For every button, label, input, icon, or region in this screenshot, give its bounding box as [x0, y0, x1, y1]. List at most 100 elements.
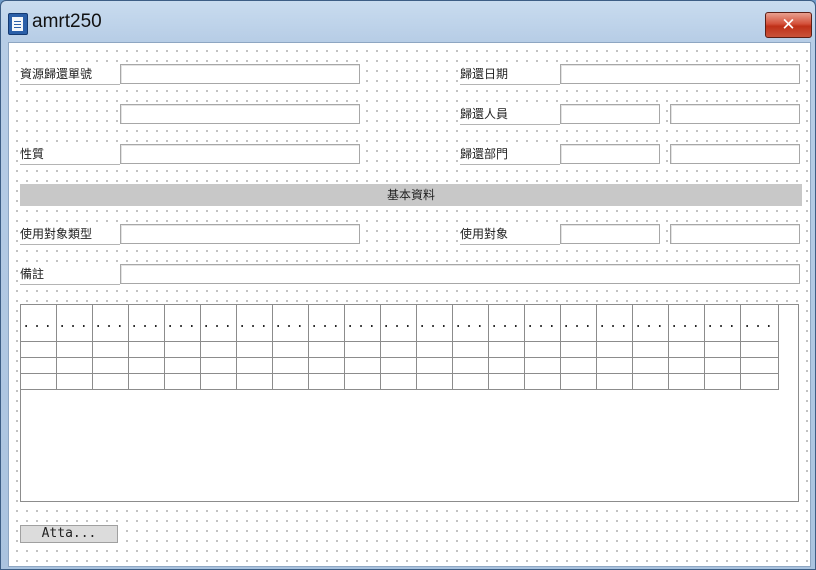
- grid-cell[interactable]: [272, 341, 309, 358]
- grid-header-cell[interactable]: ...: [128, 304, 165, 342]
- grid-cell[interactable]: [164, 373, 201, 390]
- grid-cell[interactable]: [524, 341, 561, 358]
- grid-cell[interactable]: [128, 373, 165, 390]
- return-dept-name-field[interactable]: [670, 144, 800, 164]
- target-name-field[interactable]: [670, 224, 800, 244]
- grid-cell[interactable]: [488, 373, 525, 390]
- grid-header-cell[interactable]: ...: [236, 304, 273, 342]
- grid-cell[interactable]: [632, 341, 669, 358]
- grid-header-cell[interactable]: ...: [596, 304, 633, 342]
- grid-row[interactable]: [20, 373, 779, 390]
- grid-cell[interactable]: [416, 357, 453, 374]
- grid-cell[interactable]: [380, 357, 417, 374]
- grid-cell[interactable]: [560, 357, 597, 374]
- grid-cell[interactable]: [164, 357, 201, 374]
- grid-cell[interactable]: [632, 373, 669, 390]
- nature-field[interactable]: [120, 144, 360, 164]
- grid-cell[interactable]: [344, 341, 381, 358]
- grid-header-cell[interactable]: ...: [452, 304, 489, 342]
- detail-grid[interactable]: ........................................…: [20, 304, 799, 502]
- grid-cell[interactable]: [740, 341, 779, 358]
- grid-cell[interactable]: [380, 341, 417, 358]
- grid-header-cell[interactable]: ...: [560, 304, 597, 342]
- grid-header-cell[interactable]: ...: [380, 304, 417, 342]
- grid-header-cell[interactable]: ...: [488, 304, 525, 342]
- grid-cell[interactable]: [740, 373, 779, 390]
- grid-header-cell[interactable]: ...: [20, 304, 57, 342]
- grid-header-cell[interactable]: ...: [416, 304, 453, 342]
- grid-cell[interactable]: [380, 373, 417, 390]
- grid-cell[interactable]: [56, 357, 93, 374]
- grid-header-cell[interactable]: ...: [668, 304, 705, 342]
- grid-cell[interactable]: [560, 341, 597, 358]
- attachment-button[interactable]: Atta...: [20, 525, 118, 543]
- grid-cell[interactable]: [308, 341, 345, 358]
- grid-cell[interactable]: [452, 357, 489, 374]
- grid-row[interactable]: [20, 341, 779, 358]
- grid-cell[interactable]: [236, 373, 273, 390]
- grid-header-cell[interactable]: ...: [92, 304, 129, 342]
- return-dept-code-field[interactable]: [560, 144, 660, 164]
- grid-cell[interactable]: [272, 373, 309, 390]
- grid-cell[interactable]: [20, 341, 57, 358]
- grid-cell[interactable]: [236, 357, 273, 374]
- target-code-field[interactable]: [560, 224, 660, 244]
- grid-header-cell[interactable]: ...: [740, 304, 779, 342]
- grid-cell[interactable]: [56, 373, 93, 390]
- grid-cell[interactable]: [200, 373, 237, 390]
- grid-header-cell[interactable]: ...: [164, 304, 201, 342]
- return-no-desc-field[interactable]: [120, 104, 360, 124]
- grid-cell[interactable]: [704, 373, 741, 390]
- grid-header-cell[interactable]: ...: [272, 304, 309, 342]
- return-date-field[interactable]: [560, 64, 800, 84]
- remarks-field[interactable]: [120, 264, 800, 284]
- grid-cell[interactable]: [308, 357, 345, 374]
- grid-cell[interactable]: [416, 373, 453, 390]
- grid-header-cell[interactable]: ...: [344, 304, 381, 342]
- grid-cell[interactable]: [524, 357, 561, 374]
- grid-cell[interactable]: [596, 373, 633, 390]
- grid-cell[interactable]: [488, 357, 525, 374]
- grid-cell[interactable]: [668, 341, 705, 358]
- return-no-field[interactable]: [120, 64, 360, 84]
- target-type-field[interactable]: [120, 224, 360, 244]
- grid-header-cell[interactable]: ...: [632, 304, 669, 342]
- title-bar[interactable]: amrt250 ✕: [1, 1, 815, 41]
- grid-cell[interactable]: [308, 373, 345, 390]
- grid-cell[interactable]: [560, 373, 597, 390]
- grid-cell[interactable]: [272, 357, 309, 374]
- grid-cell[interactable]: [632, 357, 669, 374]
- grid-cell[interactable]: [128, 357, 165, 374]
- grid-header-cell[interactable]: ...: [308, 304, 345, 342]
- grid-cell[interactable]: [704, 357, 741, 374]
- grid-cell[interactable]: [92, 357, 129, 374]
- close-button[interactable]: ✕: [765, 12, 812, 38]
- grid-header-cell[interactable]: ...: [704, 304, 741, 342]
- grid-cell[interactable]: [344, 373, 381, 390]
- grid-cell[interactable]: [668, 357, 705, 374]
- grid-cell[interactable]: [200, 357, 237, 374]
- grid-cell[interactable]: [164, 341, 201, 358]
- grid-header-cell[interactable]: ...: [56, 304, 93, 342]
- grid-cell[interactable]: [92, 341, 129, 358]
- grid-cell[interactable]: [596, 357, 633, 374]
- returner-code-field[interactable]: [560, 104, 660, 124]
- grid-cell[interactable]: [452, 373, 489, 390]
- grid-cell[interactable]: [128, 341, 165, 358]
- grid-cell[interactable]: [20, 373, 57, 390]
- grid-header-cell[interactable]: ...: [200, 304, 237, 342]
- grid-cell[interactable]: [704, 341, 741, 358]
- grid-cell[interactable]: [20, 357, 57, 374]
- grid-cell[interactable]: [236, 341, 273, 358]
- grid-cell[interactable]: [668, 373, 705, 390]
- grid-cell[interactable]: [740, 357, 779, 374]
- grid-cell[interactable]: [56, 341, 93, 358]
- grid-cell[interactable]: [200, 341, 237, 358]
- grid-header-cell[interactable]: ...: [524, 304, 561, 342]
- grid-cell[interactable]: [596, 341, 633, 358]
- grid-row[interactable]: [20, 357, 779, 374]
- grid-cell[interactable]: [488, 341, 525, 358]
- grid-cell[interactable]: [344, 357, 381, 374]
- grid-cell[interactable]: [452, 341, 489, 358]
- grid-cell[interactable]: [92, 373, 129, 390]
